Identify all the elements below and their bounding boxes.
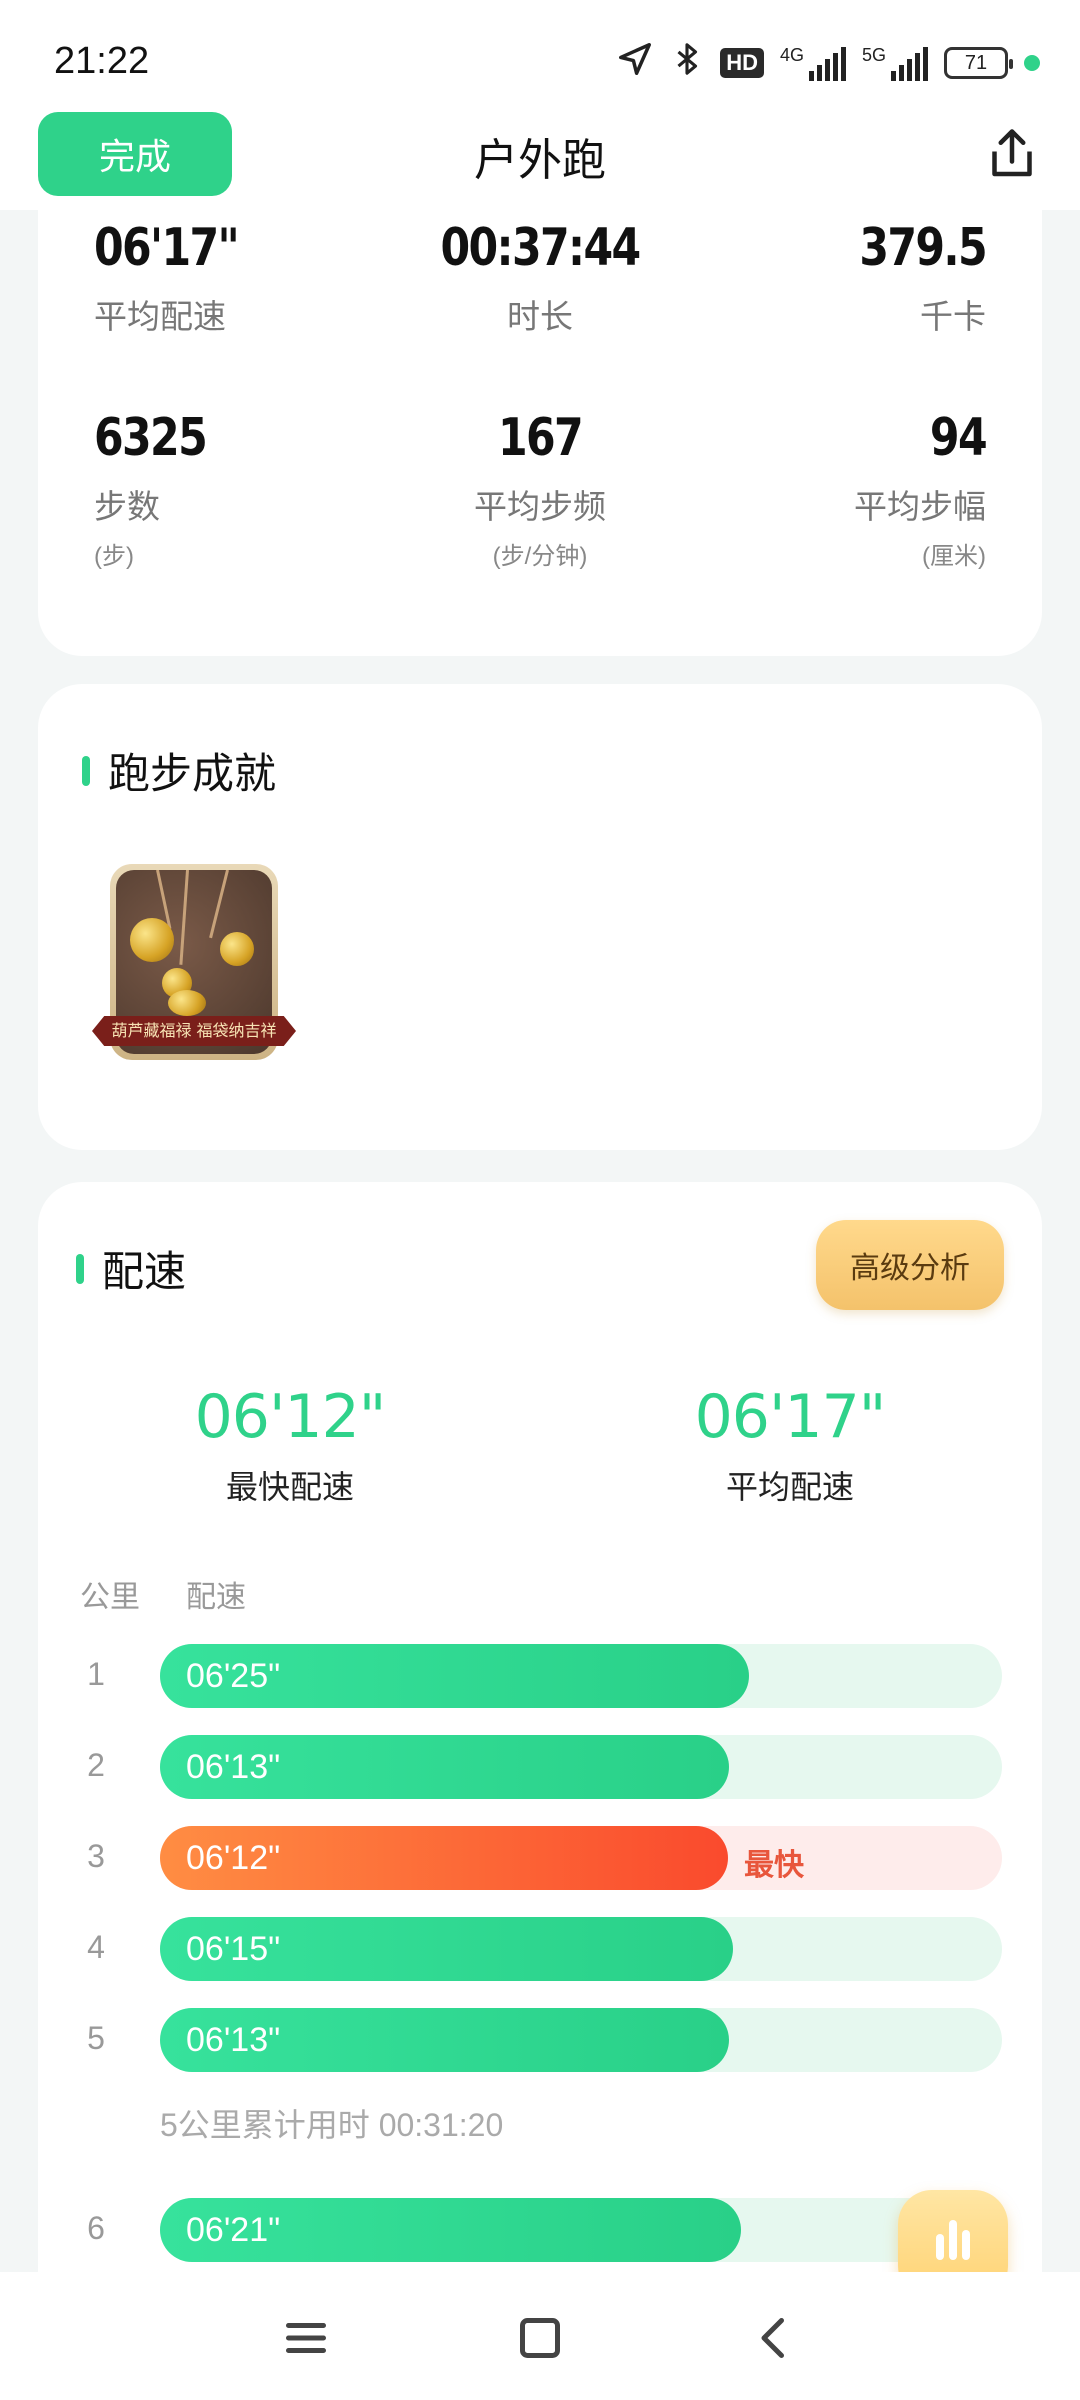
badge-caption: 葫芦藏福禄 福袋纳吉祥: [92, 1016, 296, 1046]
stat-cadence: 167 平均步频 (步/分钟): [474, 408, 606, 570]
cumulative-time: 5公里累计用时 00:31:20: [160, 2107, 504, 2143]
split-row[interactable]: 2 06'13": [38, 1735, 1042, 1799]
status-icons: HD 4G 5G 71: [616, 40, 1040, 86]
split-row[interactable]: 6 06'21": [38, 2198, 1042, 2262]
pace-card: 配速 高级分析 06'12" 最快配速 06'17" 平均配速 公里 配速 1 …: [38, 1182, 1042, 2300]
split-bar: 06'15": [160, 1917, 733, 1981]
stat-stride: 94 平均步幅 (厘米): [854, 408, 988, 570]
active-dot: [1024, 55, 1040, 71]
system-nav-bar: [0, 2272, 1080, 2400]
stat-duration: 00:37:44 时长: [440, 218, 641, 335]
split-track: 06'25": [160, 1644, 1002, 1708]
battery-icon: 71: [944, 47, 1013, 79]
split-track: 06'13": [160, 1735, 1002, 1799]
bluetooth-icon: [670, 40, 704, 86]
split-row-fastest[interactable]: 3 06'12" 最快: [38, 1826, 1042, 1890]
split-row[interactable]: 5 06'13": [38, 2008, 1042, 2072]
fastest-tag: 最快: [744, 1849, 804, 1882]
fastest-pace: 06'12" 最快配速: [194, 1382, 387, 1505]
achievement-badge[interactable]: 葫芦藏福禄 福袋纳吉祥: [92, 864, 296, 1064]
pace-title: 配速: [76, 1238, 186, 1299]
status-time: 21:22: [54, 40, 150, 82]
split-row[interactable]: 1 06'25": [38, 1644, 1042, 1708]
stat-calories: 379.5 千卡: [859, 218, 987, 335]
average-pace: 06'17" 平均配速: [694, 1382, 887, 1505]
status-bar: 21:22 HD 4G 5G 71: [0, 0, 1080, 120]
section-accent: [76, 1253, 84, 1284]
stat-steps: 6325 步数 (步): [94, 408, 208, 570]
split-bar: 06'13": [160, 2008, 729, 2072]
signal-4g-icon: 4G: [780, 45, 846, 81]
page-title: 户外跑: [474, 136, 606, 185]
signal-5g-icon: 5G: [862, 45, 928, 81]
split-track: 06'15": [160, 1917, 1002, 1981]
split-bar: 06'12": [160, 1826, 728, 1890]
split-bar: 06'13": [160, 1735, 729, 1799]
split-row[interactable]: 4 06'15": [38, 1917, 1042, 1981]
column-pace: 配速: [186, 1581, 246, 1614]
advanced-analysis-button[interactable]: 高级分析: [816, 1220, 1004, 1310]
achievements-card: 跑步成就 葫芦藏福禄 福袋纳吉祥: [38, 684, 1042, 1150]
section-accent: [82, 755, 90, 786]
hd-badge: HD: [720, 48, 764, 78]
back-icon[interactable]: [744, 2308, 804, 2368]
column-km: 公里: [80, 1581, 140, 1614]
split-track: 06'21": [160, 2198, 1002, 2262]
achievements-title: 跑步成就: [82, 740, 276, 801]
split-bar: 06'25": [160, 1644, 749, 1708]
share-icon[interactable]: [982, 124, 1042, 184]
split-bar: 06'21": [160, 2198, 741, 2262]
location-icon: [616, 40, 654, 86]
menu-icon[interactable]: [276, 2308, 336, 2368]
summary-card: 06'17" 平均配速 00:37:44 时长 379.5 千卡 6325 步数…: [38, 210, 1042, 656]
top-bar: 完成 户外跑: [0, 110, 1080, 210]
split-track: 06'13": [160, 2008, 1002, 2072]
stat-avg-pace: 06'17" 平均配速: [94, 218, 240, 335]
home-icon[interactable]: [510, 2308, 570, 2368]
split-track: 06'12" 最快: [160, 1826, 1002, 1890]
